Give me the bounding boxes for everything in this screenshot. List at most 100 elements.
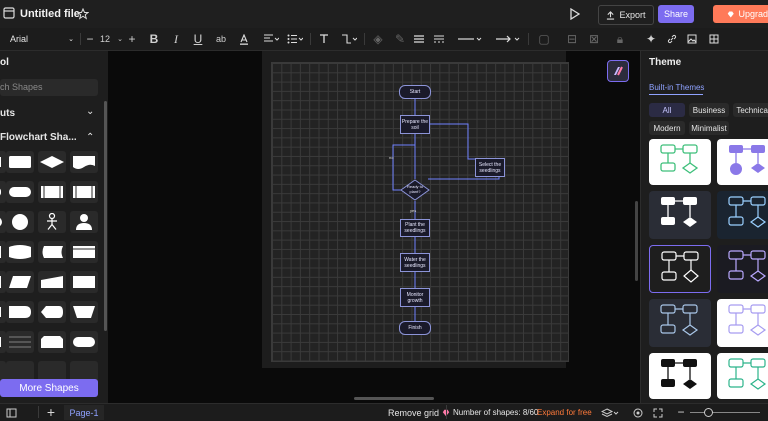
focus-icon[interactable] [632,406,644,419]
layers-icon[interactable] [600,406,620,419]
font-family-select[interactable]: Arial ⌄ [10,32,74,46]
shape-horizontal-lines[interactable] [6,331,34,353]
file-menu-icon[interactable] [2,6,16,20]
theme-card-purple[interactable] [717,139,768,185]
star-icon[interactable] [76,7,89,20]
filter-modern[interactable]: Modern [649,121,685,135]
theme-card-slate[interactable] [649,299,711,347]
shape-terminator[interactable] [6,181,34,203]
increase-font-icon[interactable]: + [128,31,136,47]
fullscreen-icon[interactable] [652,406,664,419]
shape-database[interactable] [6,241,34,263]
filter-all[interactable]: All [649,103,685,117]
shape-stored-data[interactable] [38,241,66,263]
pages-icon[interactable] [4,406,18,419]
shape-display[interactable] [38,301,66,323]
left-scrollbar[interactable] [104,101,107,331]
upgrade-button[interactable]: Upgrade [713,5,768,23]
arrange-icon[interactable]: ▢ [536,31,552,47]
font-size-value[interactable]: 12 [98,31,112,47]
node-plant-seedlings[interactable]: Plant the seedlings [400,219,430,237]
add-page-icon[interactable]: + [44,404,58,420]
export-button[interactable]: Export [598,5,654,25]
shape-predefined-process[interactable] [38,181,66,203]
expand-for-free-link[interactable]: Expand for free [537,408,592,417]
arrow-style-select[interactable] [494,31,522,47]
canvas-area[interactable]: Start Prepare the soil Select the seedli… [108,51,640,403]
shape-loop-limit[interactable] [38,331,66,353]
filter-minimalist[interactable]: Minimalist [689,121,729,135]
file-title[interactable]: Untitled file [20,8,80,20]
line-weight-icon[interactable] [412,31,426,47]
connector-icon[interactable] [340,31,358,47]
search-input[interactable]: ch Shapes [0,79,98,96]
text-tool-icon[interactable] [318,31,330,47]
theme-card-dark-purple-outline[interactable] [717,245,768,293]
image-icon[interactable] [686,31,698,47]
line-type-select[interactable] [456,31,484,47]
tab-built-in-themes[interactable]: Built-in Themes [649,83,704,92]
node-water-seedlings[interactable]: Water the seedlings [400,253,430,272]
theme-card-green[interactable] [649,139,711,185]
theme-card-dark-blue[interactable] [717,191,768,239]
crop-icon[interactable]: ⊠ [588,31,600,47]
bold-button[interactable]: B [148,31,160,47]
layouts-section-header[interactable]: uts ⌄ [0,106,98,121]
remove-grid-button[interactable]: Remove grid [388,406,450,419]
ai-assistant-button[interactable] [607,60,629,82]
flowchart-section-header[interactable]: Flowchart Sha... ⌃ [0,131,98,145]
zoom-out-icon[interactable]: − [676,405,686,419]
fill-icon[interactable]: ◈ [372,31,384,47]
shape-actor[interactable] [38,211,66,233]
node-finish[interactable]: Finish [399,321,431,335]
zoom-slider-thumb[interactable] [704,408,713,417]
shape-manual-operation[interactable] [70,301,98,323]
node-decision[interactable]: Ready to plant? [400,179,430,201]
lock-icon[interactable]: 🔒︎ [612,31,628,47]
shape-process[interactable] [6,151,34,173]
text-color-icon[interactable] [238,31,250,47]
theme-card-dark-white[interactable] [649,191,711,239]
canvas-h-scrollbar[interactable] [354,397,434,400]
shape-user[interactable] [70,211,98,233]
node-start[interactable]: Start [399,85,431,99]
play-icon[interactable] [568,7,582,21]
grid-tool-icon[interactable] [708,31,720,47]
page-tab-1[interactable]: Page-1 [64,405,104,420]
shape-internal-storage[interactable] [70,181,98,203]
magic-icon[interactable]: ✦ [642,31,660,47]
theme-card-teal[interactable] [717,353,768,399]
node-prepare-soil[interactable]: Prepare the soil [400,115,430,134]
pen-icon[interactable]: ✎ [394,31,406,47]
shape-card[interactable] [70,241,98,263]
shape-parallelogram[interactable] [6,271,34,293]
shape-manual-input[interactable] [38,271,66,293]
underline-button[interactable]: U [192,31,204,47]
filter-business[interactable]: Business [689,103,729,117]
share-button[interactable]: Share [658,5,694,23]
shape-rounded[interactable] [70,331,98,353]
shape-decision[interactable] [38,151,66,173]
zoom-slider-track[interactable] [690,412,760,413]
more-shapes-button[interactable]: More Shapes [0,379,98,397]
list-icon[interactable] [286,31,304,47]
align-icon[interactable] [262,31,280,47]
font-size-chevron-icon[interactable]: ⌄ [116,31,124,47]
theme-card-light-lavender[interactable] [717,299,768,347]
node-monitor-growth[interactable]: Monitor growth [400,288,430,307]
decrease-font-icon[interactable]: − [86,31,94,47]
theme-card-black[interactable] [649,353,711,399]
shape-rectangle[interactable] [70,271,98,293]
link-icon[interactable] [666,31,678,47]
shape-document[interactable] [70,151,98,173]
shape-delay[interactable] [6,301,34,323]
italic-button[interactable]: I [170,31,182,47]
align-objects-icon[interactable]: ⊟ [566,31,578,47]
canvas-v-scrollbar[interactable] [635,201,638,281]
line-style-icon[interactable] [432,31,446,47]
node-select-seedlings[interactable]: Select the seedlings [475,158,505,177]
strikethrough-button[interactable]: ab [214,31,228,47]
theme-card-dark-outline-selected[interactable] [649,245,711,293]
shape-connector[interactable] [6,211,34,233]
filter-technical[interactable]: Technical [733,103,768,117]
